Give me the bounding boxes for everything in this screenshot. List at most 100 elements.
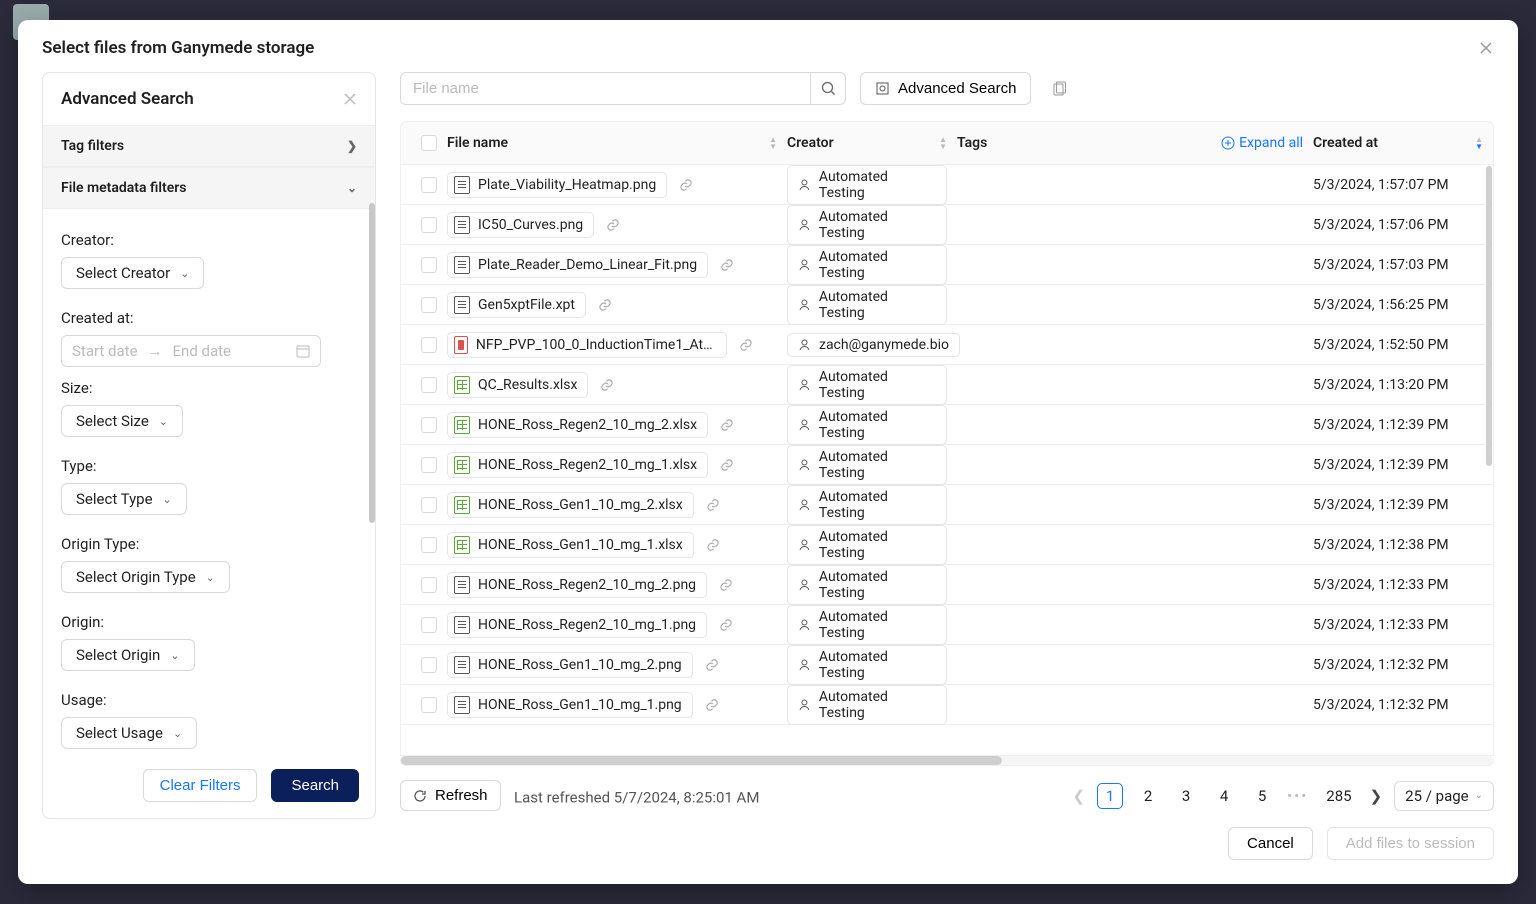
creator-chip[interactable]: Automated Testing bbox=[787, 565, 947, 605]
cancel-button[interactable]: Cancel bbox=[1228, 827, 1313, 860]
row-checkbox[interactable] bbox=[421, 617, 437, 633]
select-origin-type-button[interactable]: Select Origin Type⌄ bbox=[61, 561, 230, 593]
row-checkbox[interactable] bbox=[421, 697, 437, 713]
file-chip[interactable]: HONE_Ross_Gen1_10_mg_2.png bbox=[447, 652, 693, 678]
refresh-button[interactable]: Refresh bbox=[400, 780, 501, 811]
table-row[interactable]: HONE_Ross_Regen2_10_mg_2.xlsx Automated T… bbox=[401, 405, 1493, 445]
link-icon[interactable] bbox=[598, 298, 612, 312]
file-chip[interactable]: IC50_Curves.png bbox=[447, 212, 594, 238]
link-icon[interactable] bbox=[706, 498, 720, 512]
scrollbar-thumb[interactable] bbox=[1486, 166, 1492, 466]
creator-chip[interactable]: Automated Testing bbox=[787, 165, 947, 205]
file-chip[interactable]: HONE_Ross_Regen2_10_mg_1.png bbox=[447, 612, 707, 638]
panel-close-icon[interactable] bbox=[343, 92, 357, 106]
select-creator-button[interactable]: Select Creator⌄ bbox=[61, 257, 204, 289]
file-chip[interactable]: HONE_Ross_Regen2_10_mg_2.png bbox=[447, 572, 707, 598]
next-page-button[interactable]: ❯ bbox=[1370, 787, 1383, 805]
row-checkbox[interactable] bbox=[421, 457, 437, 473]
creator-chip[interactable]: Automated Testing bbox=[787, 645, 947, 685]
row-checkbox[interactable] bbox=[421, 217, 437, 233]
select-type-button[interactable]: Select Type⌄ bbox=[61, 483, 187, 515]
creator-chip[interactable]: Automated Testing bbox=[787, 245, 947, 285]
row-checkbox[interactable] bbox=[421, 297, 437, 313]
link-icon[interactable] bbox=[600, 378, 614, 392]
prev-page-button[interactable]: ❮ bbox=[1073, 787, 1086, 805]
table-row[interactable]: IC50_Curves.pngAutomated Testing5/3/2024… bbox=[401, 205, 1493, 245]
horizontal-scrollbar[interactable] bbox=[400, 756, 1494, 766]
add-files-button[interactable]: Add files to session bbox=[1327, 827, 1494, 860]
creator-chip[interactable]: Automated Testing bbox=[787, 485, 947, 525]
page-2[interactable]: 2 bbox=[1135, 784, 1161, 808]
table-row[interactable]: NFP_PVP_100_0_InductionTime1_At_100C_...… bbox=[401, 325, 1493, 365]
page-size-select[interactable]: 25 / page ⌄ bbox=[1394, 781, 1494, 811]
col-creator[interactable]: Creator ▲▼ bbox=[787, 135, 957, 151]
file-chip[interactable]: HONE_Ross_Gen1_10_mg_1.xlsx bbox=[447, 532, 694, 558]
search-button[interactable]: Search bbox=[271, 769, 359, 802]
row-checkbox[interactable] bbox=[421, 337, 437, 353]
file-chip[interactable]: HONE_Ross_Gen1_10_mg_1.png bbox=[447, 692, 693, 718]
link-icon[interactable] bbox=[706, 538, 720, 552]
table-row[interactable]: Plate_Reader_Demo_Linear_Fit.png Automate… bbox=[401, 245, 1493, 285]
creator-chip[interactable]: Automated Testing bbox=[787, 205, 947, 245]
select-size-button[interactable]: Select Size⌄ bbox=[61, 405, 183, 437]
table-row[interactable]: HONE_Ross_Gen1_10_mg_2.xlsx Automated Tes… bbox=[401, 485, 1493, 525]
file-chip[interactable]: HONE_Ross_Regen2_10_mg_2.xlsx bbox=[447, 412, 708, 438]
link-icon[interactable] bbox=[720, 418, 734, 432]
file-metadata-header[interactable]: File metadata filters ⌄ bbox=[43, 167, 375, 209]
table-row[interactable]: Plate_Viability_Heatmap.png Automated Tes… bbox=[401, 165, 1493, 205]
link-icon[interactable] bbox=[719, 618, 733, 632]
row-checkbox[interactable] bbox=[421, 497, 437, 513]
page-1[interactable]: 1 bbox=[1097, 783, 1123, 809]
pagination-ellipsis[interactable]: ••• bbox=[1287, 787, 1308, 805]
advanced-search-button[interactable]: Advanced Search bbox=[860, 72, 1031, 105]
creator-chip[interactable]: Automated Testing bbox=[787, 685, 947, 725]
link-icon[interactable] bbox=[720, 458, 734, 472]
created-at-range[interactable]: Start date → End date bbox=[61, 335, 321, 367]
creator-chip[interactable]: Automated Testing bbox=[787, 405, 947, 445]
page-4[interactable]: 4 bbox=[1211, 784, 1237, 808]
page-5[interactable]: 5 bbox=[1249, 784, 1275, 808]
row-checkbox[interactable] bbox=[421, 577, 437, 593]
creator-chip[interactable]: Automated Testing bbox=[787, 525, 947, 565]
table-row[interactable]: HONE_Ross_Regen2_10_mg_2.png Automated Te… bbox=[401, 565, 1493, 605]
file-chip[interactable]: HONE_Ross_Gen1_10_mg_2.xlsx bbox=[447, 492, 694, 518]
row-checkbox[interactable] bbox=[421, 537, 437, 553]
row-checkbox[interactable] bbox=[421, 257, 437, 273]
filename-search-input[interactable] bbox=[400, 72, 810, 105]
table-row[interactable]: HONE_Ross_Regen2_10_mg_1.xlsx Automated T… bbox=[401, 445, 1493, 485]
copy-icon[interactable] bbox=[1045, 75, 1073, 103]
col-filename[interactable]: File name ▲▼ bbox=[447, 135, 787, 151]
select-origin-button[interactable]: Select Origin⌄ bbox=[61, 639, 195, 671]
file-chip[interactable]: Plate_Viability_Heatmap.png bbox=[447, 172, 667, 198]
table-row[interactable]: HONE_Ross_Gen1_10_mg_1.xlsx Automated Tes… bbox=[401, 525, 1493, 565]
table-row[interactable]: HONE_Ross_Gen1_10_mg_2.png Automated Test… bbox=[401, 645, 1493, 685]
table-row[interactable]: Gen5xptFile.xptAutomated Testing5/3/2024… bbox=[401, 285, 1493, 325]
file-chip[interactable]: Gen5xptFile.xpt bbox=[447, 292, 586, 318]
link-icon[interactable] bbox=[705, 658, 719, 672]
row-checkbox[interactable] bbox=[421, 177, 437, 193]
table-row[interactable]: HONE_Ross_Gen1_10_mg_1.png Automated Test… bbox=[401, 685, 1493, 725]
row-checkbox[interactable] bbox=[421, 377, 437, 393]
file-chip[interactable]: QC_Results.xlsx bbox=[447, 372, 588, 398]
clear-filters-button[interactable]: Clear Filters bbox=[143, 769, 258, 802]
tag-filters-header[interactable]: Tag filters ❯ bbox=[43, 125, 375, 167]
file-chip[interactable]: HONE_Ross_Regen2_10_mg_1.xlsx bbox=[447, 452, 708, 478]
expand-all-button[interactable]: Expand all bbox=[1221, 135, 1303, 151]
select-usage-button[interactable]: Select Usage⌄ bbox=[61, 717, 197, 749]
scrollbar-thumb[interactable] bbox=[369, 203, 375, 523]
creator-chip[interactable]: zach@ganymede.bio bbox=[787, 333, 960, 357]
link-icon[interactable] bbox=[739, 338, 753, 352]
link-icon[interactable] bbox=[606, 218, 620, 232]
search-icon-button[interactable] bbox=[810, 72, 846, 105]
row-checkbox[interactable] bbox=[421, 417, 437, 433]
page-3[interactable]: 3 bbox=[1173, 784, 1199, 808]
creator-chip[interactable]: Automated Testing bbox=[787, 445, 947, 485]
creator-chip[interactable]: Automated Testing bbox=[787, 285, 947, 325]
link-icon[interactable] bbox=[719, 578, 733, 592]
file-chip[interactable]: Plate_Reader_Demo_Linear_Fit.png bbox=[447, 252, 708, 278]
close-icon[interactable] bbox=[1478, 40, 1494, 56]
table-row[interactable]: HONE_Ross_Regen2_10_mg_1.pngAutomated Te… bbox=[401, 605, 1493, 645]
file-chip[interactable]: NFP_PVP_100_0_InductionTime1_At_100C_... bbox=[447, 332, 727, 358]
link-icon[interactable] bbox=[705, 698, 719, 712]
row-checkbox[interactable] bbox=[421, 657, 437, 673]
